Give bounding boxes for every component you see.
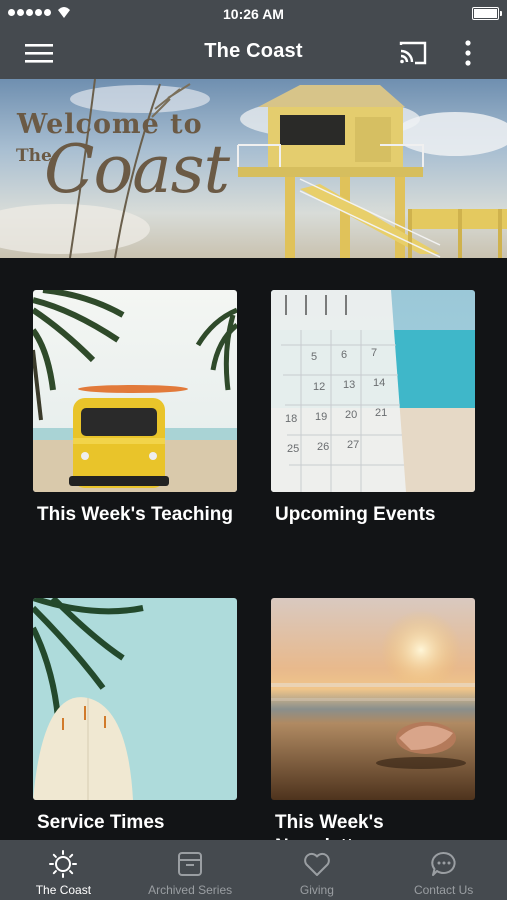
card-this-weeks-teaching[interactable]: This Week's Teaching — [33, 290, 237, 527]
calendar-date: 20 — [345, 409, 357, 421]
card-label: Service Times — [37, 812, 165, 833]
wifi-icon — [58, 7, 70, 18]
cellular-signal-icon — [8, 9, 51, 16]
page-title: The Coast — [204, 40, 303, 62]
calendar-on-beach-image: 5 6 7 12 13 14 18 19 20 21 25 26 27 — [271, 290, 475, 492]
calendar-date: 12 — [313, 381, 325, 393]
nav-bar: The Coast — [0, 27, 507, 79]
calendar-date: 19 — [315, 411, 327, 423]
calendar-date: 7 — [371, 347, 377, 359]
card-label: This Week's Teaching — [37, 504, 233, 525]
card-label: This Week's Newsletter — [275, 812, 384, 840]
sun-icon — [49, 850, 78, 878]
tab-giving[interactable]: Giving — [254, 840, 381, 900]
content-grid: This Week's Teaching 5 6 7 12 13 14 18 19 20 21 25… — [0, 258, 507, 840]
chat-bubble-icon — [430, 851, 456, 876]
calendar-date: 5 — [311, 351, 317, 363]
tab-the-coast[interactable]: The Coast — [0, 840, 127, 900]
heart-icon — [304, 852, 330, 876]
calendar-date: 14 — [373, 377, 385, 389]
tab-label: Giving — [299, 883, 334, 897]
tab-contact-us[interactable]: Contact Us — [380, 840, 507, 900]
card-label: Upcoming Events — [275, 504, 436, 525]
calendar-date: 6 — [341, 349, 347, 361]
calendar-date: 27 — [347, 439, 359, 451]
card-this-weeks-newsletter[interactable]: This Week's Newsletter — [271, 598, 475, 840]
calendar-date: 21 — [375, 407, 387, 419]
bottom-tab-bar: The Coast Archived Series Giving Contact… — [0, 840, 507, 900]
more-options-icon[interactable] — [459, 39, 477, 67]
tab-label: Archived Series — [148, 883, 233, 897]
battery-icon — [472, 7, 502, 20]
calendar-date: 26 — [317, 441, 329, 453]
calendar-date: 18 — [285, 413, 297, 425]
calendar-date: 13 — [343, 379, 355, 391]
surfboard-image — [33, 598, 237, 800]
status-bar: 10:26 AM — [0, 0, 507, 27]
card-service-times[interactable]: Service Times — [33, 598, 237, 835]
cast-icon[interactable] — [398, 39, 428, 67]
van-on-beach-image — [33, 290, 237, 492]
seashell-sunset-image — [271, 598, 475, 800]
banner-coast-text: Coast — [44, 131, 230, 208]
tab-label: Contact Us — [413, 883, 474, 897]
tab-label: The Coast — [35, 883, 92, 897]
status-time: 10:26 AM — [223, 5, 284, 22]
card-upcoming-events[interactable]: 5 6 7 12 13 14 18 19 20 21 25 26 27 Upcoming Events — [271, 290, 475, 527]
archive-icon — [178, 852, 203, 876]
tab-archived-series[interactable]: Archived Series — [127, 840, 254, 900]
calendar-date: 25 — [287, 443, 299, 455]
welcome-banner: Welcome to The Coast — [0, 79, 507, 258]
